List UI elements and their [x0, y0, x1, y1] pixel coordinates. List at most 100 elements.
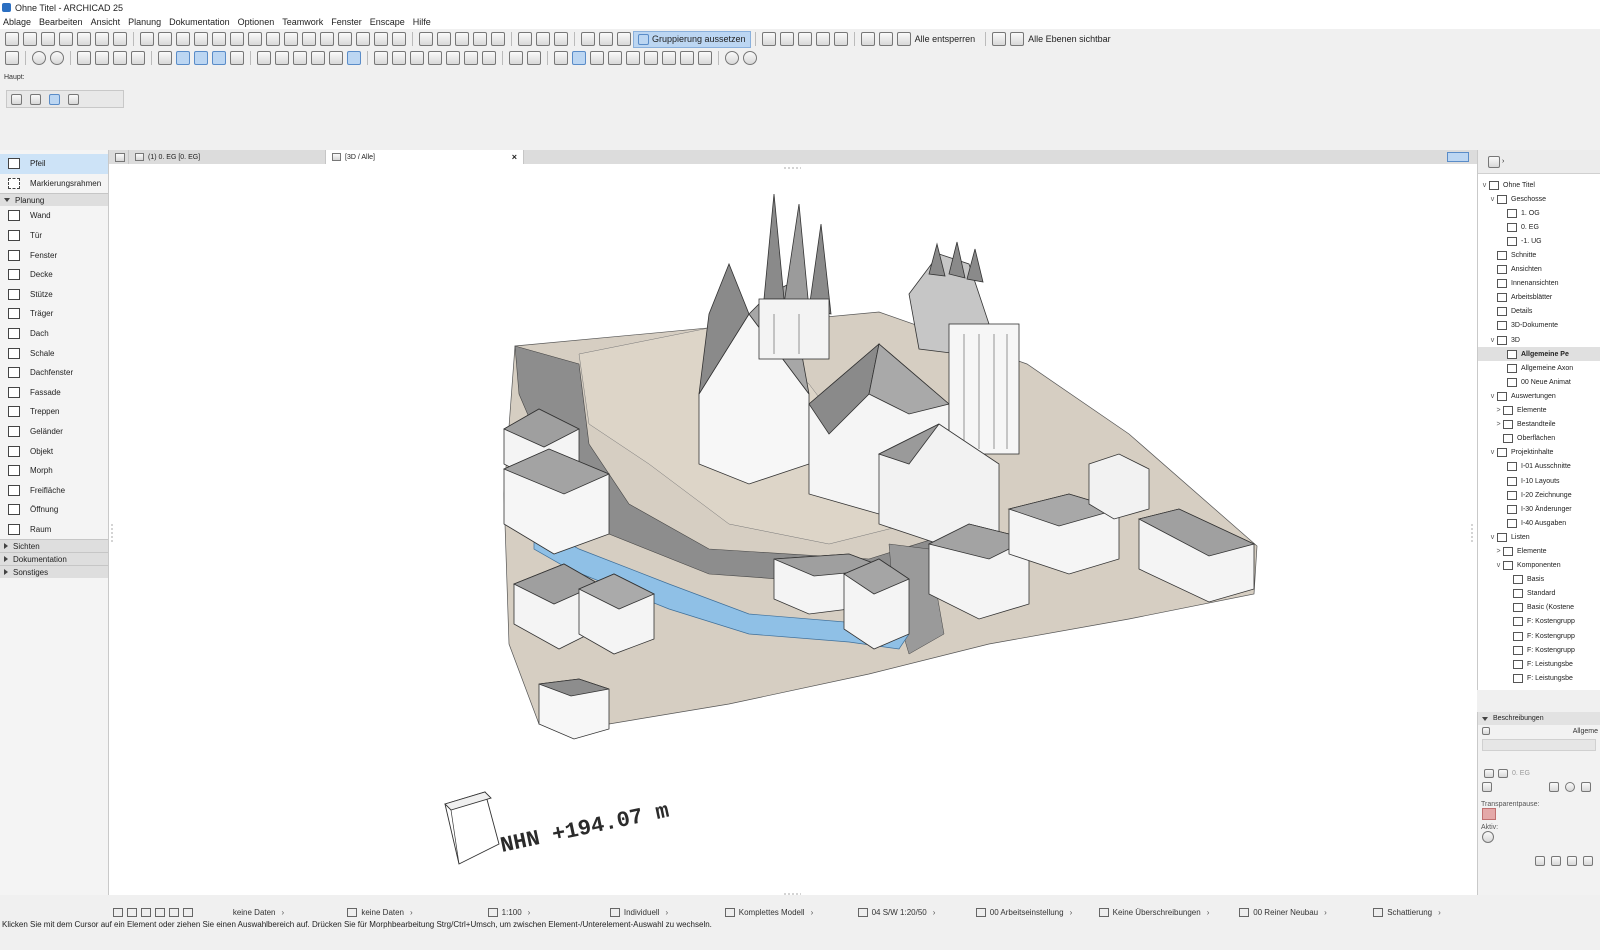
- menu-fenster[interactable]: Fenster: [330, 17, 363, 27]
- tool-b-icon[interactable]: [1549, 782, 1559, 792]
- transparent-toggle-icon[interactable]: [1482, 808, 1496, 820]
- nav-item[interactable]: Allgemeine Pe: [1478, 347, 1600, 362]
- layer-combo-icon[interactable]: [23, 32, 37, 46]
- zoom-frame-icon[interactable]: [473, 32, 487, 46]
- tool-stuetze[interactable]: Stütze: [0, 285, 108, 305]
- group-sichten[interactable]: Sichten: [0, 539, 108, 553]
- project-map-icon[interactable]: [1488, 155, 1500, 168]
- snap-guides-icon[interactable]: [194, 51, 208, 65]
- menu-hilfe[interactable]: Hilfe: [412, 17, 432, 27]
- group-suspend-button[interactable]: Gruppierung aussetzen: [633, 30, 751, 48]
- nav-item[interactable]: Allgemeine Axon: [1478, 361, 1600, 375]
- navigation-icon[interactable]: [743, 51, 757, 65]
- view-options-icon[interactable]: [1447, 152, 1469, 162]
- suspend-snap-icon[interactable]: [329, 51, 343, 65]
- all-layers-icon[interactable]: [1010, 32, 1025, 46]
- nav-item[interactable]: I-20 Zeichnunge: [1478, 488, 1600, 502]
- arrange-back-icon[interactable]: [797, 32, 812, 46]
- hatch-options-icon[interactable]: [302, 32, 316, 46]
- scale-field[interactable]: 1:100 ›: [444, 904, 574, 920]
- nav-item[interactable]: F: Leistungsbe: [1478, 671, 1600, 685]
- nav-item[interactable]: I-10 Layouts: [1478, 474, 1600, 488]
- footer-d-icon[interactable]: [1583, 856, 1593, 866]
- beschreibungen-header[interactable]: Beschreibungen: [1478, 712, 1600, 725]
- tool-schale[interactable]: Schale: [0, 343, 108, 363]
- nav-item[interactable]: F: Kostengrupp: [1478, 629, 1600, 643]
- lock-group-icon[interactable]: [878, 32, 893, 46]
- tool-freiflaeche[interactable]: Freifläche: [0, 481, 108, 501]
- redo-icon[interactable]: [50, 51, 64, 65]
- close-icon[interactable]: ×: [506, 152, 517, 162]
- nav-item[interactable]: v 3D: [1478, 333, 1600, 347]
- active-row[interactable]: [1478, 831, 1600, 843]
- tool-traeger[interactable]: Träger: [0, 304, 108, 324]
- status-field-2[interactable]: keine Daten ›: [316, 904, 444, 920]
- renovation-filter-field[interactable]: 00 Reiner Neubau ›: [1219, 904, 1347, 920]
- group-sonstiges[interactable]: Sonstiges: [0, 565, 108, 579]
- tool-markierungsrahmen[interactable]: Markierungsrahmen: [0, 174, 108, 194]
- nav-item[interactable]: v Komponenten: [1478, 559, 1600, 573]
- tool-d-icon[interactable]: [1581, 782, 1591, 792]
- frame-select-icon[interactable]: [30, 93, 41, 105]
- orbit-view-icon[interactable]: [155, 907, 165, 917]
- eyedropper-icon[interactable]: [95, 51, 109, 65]
- nav-item[interactable]: Innenansichten: [1478, 277, 1600, 291]
- render-icon[interactable]: [725, 51, 739, 65]
- pen-set-icon[interactable]: [248, 32, 262, 46]
- hatch-pattern-icon[interactable]: [284, 32, 298, 46]
- home-icon[interactable]: [518, 32, 532, 46]
- section-icon[interactable]: [455, 32, 469, 46]
- nav-item[interactable]: 00 Neue Animat: [1478, 375, 1600, 389]
- arrow-cursor-icon[interactable]: [68, 93, 79, 105]
- marker-icon[interactable]: [608, 51, 622, 65]
- align-icon[interactable]: [527, 51, 541, 65]
- nav-item[interactable]: Arbeitsblätter: [1478, 291, 1600, 305]
- nav-item[interactable]: v Projektinhalte: [1478, 446, 1600, 460]
- menu-optionen[interactable]: Optionen: [237, 17, 276, 27]
- nav-item[interactable]: Standard: [1478, 587, 1600, 601]
- menu-bearbeiten[interactable]: Bearbeiten: [38, 17, 84, 27]
- menu-ansicht[interactable]: Ansicht: [90, 17, 122, 27]
- tracker-icon[interactable]: [293, 51, 307, 65]
- all-layers-visible-button[interactable]: Alle Ebenen sichtbar: [1028, 34, 1111, 44]
- nav-item[interactable]: 3D-Dokumente: [1478, 319, 1600, 333]
- line-type-icon[interactable]: [158, 32, 172, 46]
- palette-icon[interactable]: [626, 51, 640, 65]
- dimension-icon[interactable]: [212, 32, 226, 46]
- undo-view-icon[interactable]: [113, 907, 123, 917]
- unlock-all-button[interactable]: Alle entsperren: [915, 34, 976, 44]
- ungroup-icon[interactable]: [599, 32, 613, 46]
- nav-item[interactable]: I-30 Änderunger: [1478, 502, 1600, 516]
- layer-drop-icon[interactable]: [11, 93, 22, 105]
- model-view-field[interactable]: Komplettes Modell ›: [704, 904, 834, 920]
- pen-set-field[interactable]: 04 S/W 1:20/50 ›: [834, 904, 959, 920]
- shading-icon[interactable]: [266, 32, 280, 46]
- lock-element-icon[interactable]: [311, 51, 325, 65]
- nav-item[interactable]: v Geschosse: [1478, 192, 1600, 206]
- arrange-down-icon[interactable]: [815, 32, 830, 46]
- layer-settings-icon[interactable]: [992, 32, 1007, 46]
- syringe-icon[interactable]: [113, 51, 127, 65]
- floor-down-icon[interactable]: [95, 32, 109, 46]
- undo-icon[interactable]: [32, 51, 46, 65]
- nav-item[interactable]: F: Kostengrupp: [1478, 615, 1600, 629]
- tool-decke[interactable]: Decke: [0, 265, 108, 285]
- footer-a-icon[interactable]: [1535, 856, 1545, 866]
- status-field-1[interactable]: keine Daten ›: [201, 904, 316, 920]
- nav-item[interactable]: Oberflächen: [1478, 432, 1600, 446]
- flag-icon[interactable]: [590, 51, 604, 65]
- pick-up-icon[interactable]: [77, 51, 91, 65]
- trim-icon[interactable]: [374, 51, 388, 65]
- fill-icon[interactable]: [194, 32, 208, 46]
- beschreibungen-field[interactable]: [1482, 739, 1596, 751]
- 3d-viewport[interactable]: NHN +194.07 m: [109, 164, 1477, 895]
- tool-treppen[interactable]: Treppen: [0, 402, 108, 422]
- floor-settings-icon[interactable]: [113, 32, 127, 46]
- plan-icon[interactable]: [437, 32, 451, 46]
- tool-gelaender[interactable]: Geländer: [0, 422, 108, 442]
- nav-item[interactable]: Basis: [1478, 573, 1600, 587]
- menu-dokumentation[interactable]: Dokumentation: [168, 17, 231, 27]
- tool-raum[interactable]: Raum: [0, 520, 108, 540]
- curve-icon[interactable]: [491, 32, 505, 46]
- beschreibungen-row[interactable]: Allgeme: [1478, 725, 1600, 737]
